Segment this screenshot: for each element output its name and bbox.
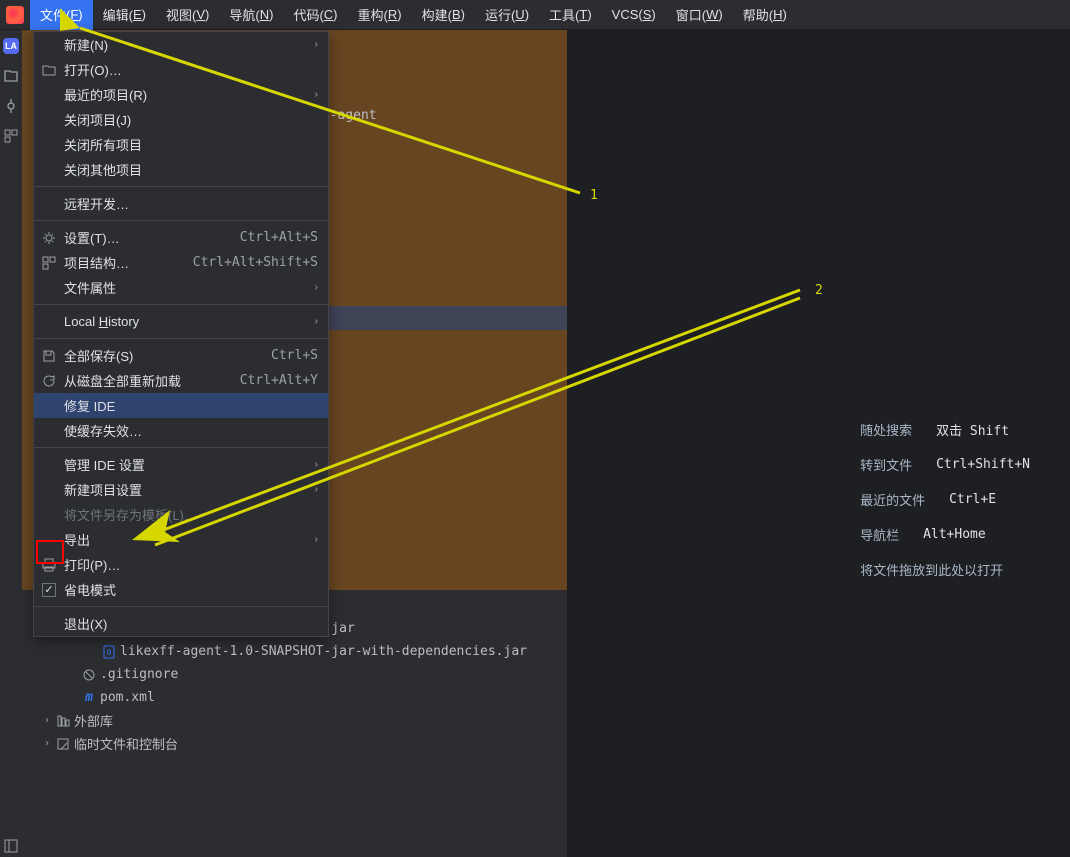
maven-icon: m <box>80 690 98 705</box>
print-icon <box>40 558 58 572</box>
menu-item-settings[interactable]: 设置(T)…Ctrl+Alt+S <box>34 225 328 250</box>
gitignore-icon <box>80 668 98 682</box>
menu-item-export[interactable]: 导出› <box>34 527 328 552</box>
menu-item-save-all[interactable]: 全部保存(S)Ctrl+S <box>34 343 328 368</box>
structure-icon <box>40 256 58 270</box>
menubar-item-build[interactable]: 构建(B) <box>412 0 475 30</box>
menu-item-new-project-settings[interactable]: 新建项目设置› <box>34 477 328 502</box>
menubar-item-window[interactable]: 窗口(W) <box>666 0 733 30</box>
menu-separator <box>34 338 328 339</box>
tree-row[interactable]: 0likexff-agent-1.0-SNAPSHOT-jar-with-dep… <box>22 640 567 663</box>
menubar-item-help[interactable]: 帮助(H) <box>733 0 797 30</box>
tree-row[interactable]: mpom.xml <box>22 686 567 709</box>
svg-text:0: 0 <box>107 648 112 657</box>
tree-row[interactable]: .gitignore <box>22 663 567 686</box>
project-badge[interactable]: LA <box>3 38 19 54</box>
menu-item-file-properties[interactable]: 文件属性› <box>34 275 328 300</box>
menu-item-open[interactable]: 打开(O)… <box>34 57 328 82</box>
menu-item-power-save-mode[interactable]: ✓省电模式 <box>34 577 328 602</box>
menubar-item-refactor[interactable]: 重构(R) <box>348 0 412 30</box>
ide-logo-icon <box>6 6 24 24</box>
hint-label: 转到文件 <box>860 455 912 474</box>
menu-item-close-other-projects[interactable]: 关闭其他项目 <box>34 157 328 182</box>
menubar-item-code[interactable]: 代码(C) <box>283 0 347 30</box>
menu-item-recent-projects[interactable]: 最近的项目(R)› <box>34 82 328 107</box>
checkbox-checked-icon: ✓ <box>42 583 56 597</box>
menu-item-project-structure[interactable]: 项目结构…Ctrl+Alt+Shift+S <box>34 250 328 275</box>
menu-item-repair-ide[interactable]: 修复 IDE <box>34 393 328 418</box>
editor-hints: 随处搜索 双击 Shift 转到文件 Ctrl+Shift+N 最近的文件 Ctrl+… <box>860 420 1030 579</box>
commit-toolwindow-icon[interactable] <box>3 98 19 114</box>
menu-item-manage-ide-settings[interactable]: 管理 IDE 设置› <box>34 452 328 477</box>
hint-shortcut: Ctrl+E <box>949 492 996 507</box>
scratch-icon <box>54 737 72 751</box>
chevron-right-icon: › <box>315 89 318 100</box>
menu-item-save-file-as-template[interactable]: 将文件另存为模板(L)… <box>34 502 328 527</box>
menubar-item-view[interactable]: 视图(V) <box>156 0 219 30</box>
annotation-label-1: 1 <box>590 188 598 203</box>
hint-label: 最近的文件 <box>860 490 925 509</box>
menubar-item-run[interactable]: 运行(U) <box>475 0 539 30</box>
chevron-right-icon: › <box>40 715 54 726</box>
tree-row[interactable]: ›外部库 <box>22 709 567 732</box>
menu-separator <box>34 304 328 305</box>
menu-item-local-history[interactable]: Local History› <box>34 309 328 334</box>
menubar: 文件(F) 编辑(E) 视图(V) 导航(N) 代码(C) 重构(R) 构建(B… <box>0 0 1070 30</box>
menu-separator <box>34 447 328 448</box>
chevron-right-icon: › <box>315 316 318 327</box>
library-icon <box>54 714 72 728</box>
save-icon <box>40 349 58 363</box>
menubar-item-vcs[interactable]: VCS(S) <box>602 0 666 30</box>
menu-item-close-project[interactable]: 关闭项目(J) <box>34 107 328 132</box>
menu-separator <box>34 186 328 187</box>
menu-separator <box>34 220 328 221</box>
hint-drop: 将文件拖放到此处以打开 <box>860 560 1003 579</box>
hint-label: 导航栏 <box>860 525 899 544</box>
menubar-item-file[interactable]: 文件(F) <box>30 0 93 30</box>
menu-item-print[interactable]: 打印(P)… <box>34 552 328 577</box>
chevron-right-icon: › <box>315 459 318 470</box>
toolwindow-toggle-icon[interactable] <box>0 835 22 857</box>
project-toolwindow-icon[interactable] <box>3 68 19 84</box>
menubar-item-tools[interactable]: 工具(T) <box>539 0 602 30</box>
jar-icon: 0 <box>100 645 118 659</box>
file-menu-dropdown: 新建(N)› 打开(O)… 最近的项目(R)› 关闭项目(J) 关闭所有项目 关… <box>33 31 329 637</box>
editor-empty-area: 随处搜索 双击 Shift 转到文件 Ctrl+Shift+N 最近的文件 Ctrl+… <box>567 30 1070 857</box>
chevron-right-icon: › <box>315 534 318 545</box>
menu-item-exit[interactable]: 退出(X) <box>34 611 328 636</box>
menu-item-reload-from-disk[interactable]: 从磁盘全部重新加载Ctrl+Alt+Y <box>34 368 328 393</box>
structure-toolwindow-icon[interactable] <box>3 128 19 144</box>
menubar-item-navigate[interactable]: 导航(N) <box>219 0 283 30</box>
menu-item-close-all-projects[interactable]: 关闭所有项目 <box>34 132 328 157</box>
menu-item-remote-dev[interactable]: 远程开发… <box>34 191 328 216</box>
hint-shortcut: Alt+Home <box>923 527 986 542</box>
folder-icon <box>40 63 58 77</box>
reload-icon <box>40 374 58 388</box>
hint-label: 随处搜索 <box>860 420 912 439</box>
menu-item-new[interactable]: 新建(N)› <box>34 32 328 57</box>
chevron-right-icon: › <box>315 484 318 495</box>
annotation-label-2: 2 <box>815 283 823 298</box>
menubar-item-edit[interactable]: 编辑(E) <box>93 0 156 30</box>
tree-row[interactable]: ›临时文件和控制台 <box>22 732 567 755</box>
chevron-right-icon: › <box>40 738 54 749</box>
left-toolbar: LA <box>0 30 22 857</box>
chevron-right-icon: › <box>315 39 318 50</box>
menu-item-invalidate-caches[interactable]: 使缓存失效… <box>34 418 328 443</box>
gear-icon <box>40 231 58 245</box>
menu-separator <box>34 606 328 607</box>
chevron-right-icon: › <box>315 282 318 293</box>
hint-shortcut: Ctrl+Shift+N <box>936 457 1030 472</box>
hint-shortcut: 双击 Shift <box>936 420 1009 439</box>
